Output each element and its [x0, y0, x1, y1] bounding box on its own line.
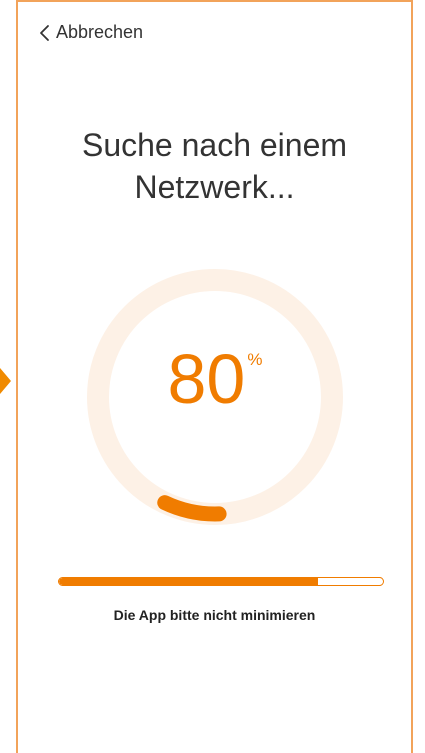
hint-text: Die App bitte nicht minimieren: [113, 607, 316, 623]
progress-value: 80: [167, 340, 246, 418]
back-button[interactable]: Abbrechen: [38, 22, 143, 43]
progress-bar-fill: [59, 578, 319, 585]
title-line-1: Suche nach einem: [81, 127, 348, 163]
title-line-2: Netzwerk...: [134, 169, 295, 205]
progress-percent: 80%: [86, 344, 344, 414]
side-pointer-icon: [0, 368, 11, 394]
progress-bar: [58, 577, 384, 586]
progress-ring: 80%: [86, 268, 344, 526]
back-label: Abbrechen: [56, 22, 144, 42]
screen: Abbrechen Suche nach einem Netzwerk... 8…: [0, 0, 425, 753]
phone-screen: Abbrechen Suche nach einem Netzwerk... 8…: [16, 0, 413, 753]
percent-sign: %: [247, 350, 263, 369]
chevron-left-icon: [38, 24, 52, 42]
page-title: Suche nach einem Netzwerk...: [18, 124, 411, 208]
